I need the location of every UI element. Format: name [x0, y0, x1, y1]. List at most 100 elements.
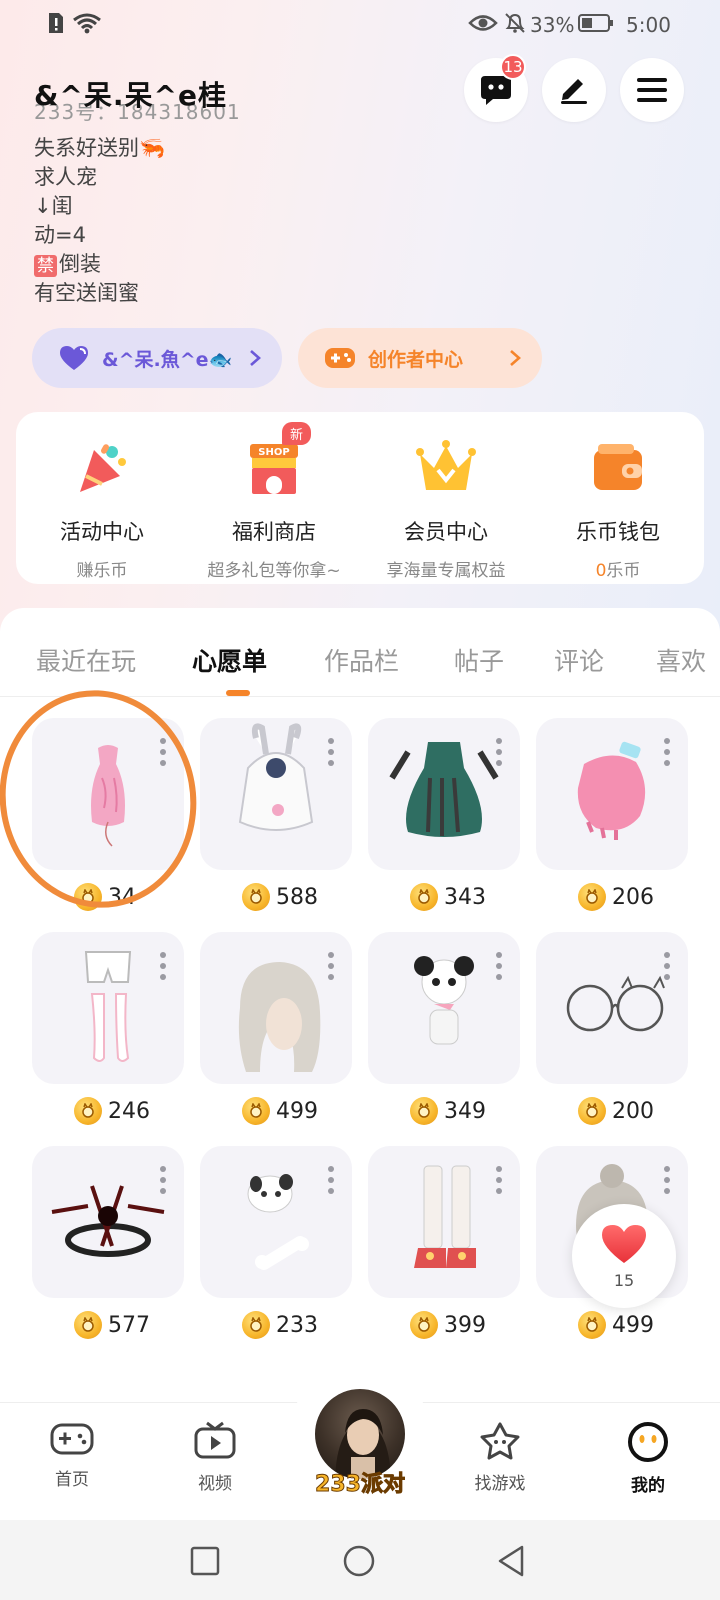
more-options-icon[interactable]: [664, 952, 670, 980]
tab-recently-played[interactable]: 最近在玩: [36, 642, 136, 678]
member-center-link[interactable]: 会员中心 享海量专属权益: [360, 412, 532, 584]
battery-icon: [578, 14, 613, 32]
quick-link-title: 福利商店: [232, 520, 316, 544]
companion-pill[interactable]: &^呆.魚^e🐟: [32, 328, 282, 388]
home-circle-icon[interactable]: [342, 1544, 376, 1578]
heart-icon: [602, 1224, 646, 1263]
nav-label: 视频: [198, 1474, 232, 1494]
wifi-icon: [73, 13, 101, 34]
coin-icon: [578, 1097, 606, 1125]
coin-icon: [74, 1097, 102, 1125]
tv-play-icon: [194, 1421, 236, 1459]
gamepad-outline-icon: [50, 1423, 94, 1455]
bio-line: 有空送闺蜜: [34, 281, 139, 305]
more-options-icon[interactable]: [664, 1166, 670, 1194]
bio-line: 动=4: [34, 223, 86, 247]
ban-badge: 禁: [34, 255, 57, 277]
creator-center-label: 创作者中心: [368, 348, 464, 371]
item-price: 349: [410, 1096, 486, 1126]
price-value: 399: [444, 1312, 486, 1338]
price-value: 200: [612, 1098, 654, 1124]
wishlist-item[interactable]: [200, 932, 352, 1084]
gamepad-icon: [325, 348, 355, 368]
wishlist-item[interactable]: [32, 932, 184, 1084]
quick-link-subtitle: 超多礼包等你拿~: [207, 561, 341, 581]
edit-profile-button[interactable]: [542, 58, 606, 122]
party-label[interactable]: 233派对: [314, 1466, 406, 1498]
wishlist-item[interactable]: [200, 718, 352, 870]
quick-links-card: 活动中心 赚乐币 SHOP 新 福利商店 超多礼包等你拿~ 会员中心 享海量专属…: [16, 412, 704, 584]
welfare-shop-link[interactable]: SHOP 新 福利商店 超多礼包等你拿~: [188, 412, 360, 584]
coin-icon: [242, 1311, 270, 1339]
bio-line: 失系好送别🦐: [34, 136, 166, 160]
item-price: 588: [242, 882, 318, 912]
coin-icon: [242, 1097, 270, 1125]
coin-balance: 0: [595, 561, 607, 581]
recents-square-icon[interactable]: [190, 1546, 220, 1576]
wishlist-item[interactable]: [32, 1146, 184, 1298]
creator-center-pill[interactable]: 创作者中心: [298, 328, 542, 388]
profile-tabs: 最近在玩 心愿单 作品栏 帖子 评论 喜欢: [0, 628, 720, 688]
new-tag: 新: [282, 422, 312, 445]
nav-mine[interactable]: 我的: [603, 1421, 693, 1496]
system-nav-bar: [0, 1520, 720, 1600]
wishlist-item[interactable]: [536, 932, 688, 1084]
item-price: 233: [242, 1310, 318, 1340]
wishlist-item[interactable]: [368, 718, 520, 870]
quick-link-subtitle: 0乐币: [596, 556, 641, 581]
messages-button[interactable]: 13: [464, 54, 528, 122]
back-triangle-icon[interactable]: [496, 1544, 526, 1578]
tab-comments[interactable]: 评论: [554, 642, 604, 678]
more-options-icon[interactable]: [328, 1166, 334, 1194]
wishlist-item[interactable]: [368, 932, 520, 1084]
coin-unit: 乐币: [606, 561, 641, 581]
tab-works[interactable]: 作品栏: [324, 642, 399, 678]
price-value: 233: [276, 1312, 318, 1338]
nav-home[interactable]: 首页: [27, 1421, 117, 1490]
price-value: 577: [108, 1312, 150, 1338]
item-price: 343: [410, 882, 486, 912]
activity-center-link[interactable]: 活动中心 赚乐币: [16, 412, 188, 584]
nav-label: 找游戏: [474, 1474, 526, 1494]
smiley-profile-icon: [628, 1422, 668, 1462]
nav-video[interactable]: 视频: [170, 1421, 260, 1494]
item-price: 499: [242, 1096, 318, 1126]
like-count: 15: [613, 1270, 635, 1290]
shop-icon: SHOP: [250, 444, 298, 494]
profile-bio: 失系好送别🦐 求人宠 ↓闺 动=4 禁倒装 有空送闺蜜: [34, 134, 354, 308]
menu-button[interactable]: [620, 58, 684, 122]
wishlist-item[interactable]: [200, 1146, 352, 1298]
more-options-icon[interactable]: [496, 952, 502, 980]
more-options-icon[interactable]: [160, 952, 166, 980]
tab-posts[interactable]: 帖子: [454, 642, 504, 678]
wishlist-item[interactable]: [368, 1146, 520, 1298]
item-price: 200: [578, 1096, 654, 1126]
wishlist-item[interactable]: [536, 718, 688, 870]
floating-like-button[interactable]: 15: [572, 1204, 676, 1308]
nav-label: 首页: [55, 1470, 89, 1490]
coin-icon: [74, 1311, 102, 1339]
tab-wishlist[interactable]: 心愿单: [192, 642, 267, 678]
svg-text:SHOP: SHOP: [258, 447, 289, 458]
price-value: 499: [612, 1312, 654, 1338]
chevron-right-icon: [510, 350, 521, 366]
party-popper-icon: [80, 444, 126, 492]
wallet-icon: [594, 444, 642, 490]
more-options-icon[interactable]: [160, 1166, 166, 1194]
more-options-icon[interactable]: [496, 1166, 502, 1194]
more-options-icon[interactable]: [664, 738, 670, 766]
item-price: 206: [578, 882, 654, 912]
more-options-icon[interactable]: [496, 738, 502, 766]
sim-alert-icon: [49, 13, 63, 33]
more-options-icon[interactable]: [328, 738, 334, 766]
bio-line-text: 倒装: [59, 252, 101, 276]
more-options-icon[interactable]: [328, 952, 334, 980]
price-value: 499: [276, 1098, 318, 1124]
nav-find-game[interactable]: 找游戏: [455, 1421, 545, 1494]
coin-wallet-link[interactable]: 乐币钱包 0乐币: [532, 412, 704, 584]
chevron-right-icon: [250, 350, 261, 366]
price-value: 588: [276, 884, 318, 910]
battery-percent: 33%: [530, 13, 575, 37]
message-count-badge: 13: [500, 54, 526, 80]
tab-likes[interactable]: 喜欢: [656, 642, 706, 678]
